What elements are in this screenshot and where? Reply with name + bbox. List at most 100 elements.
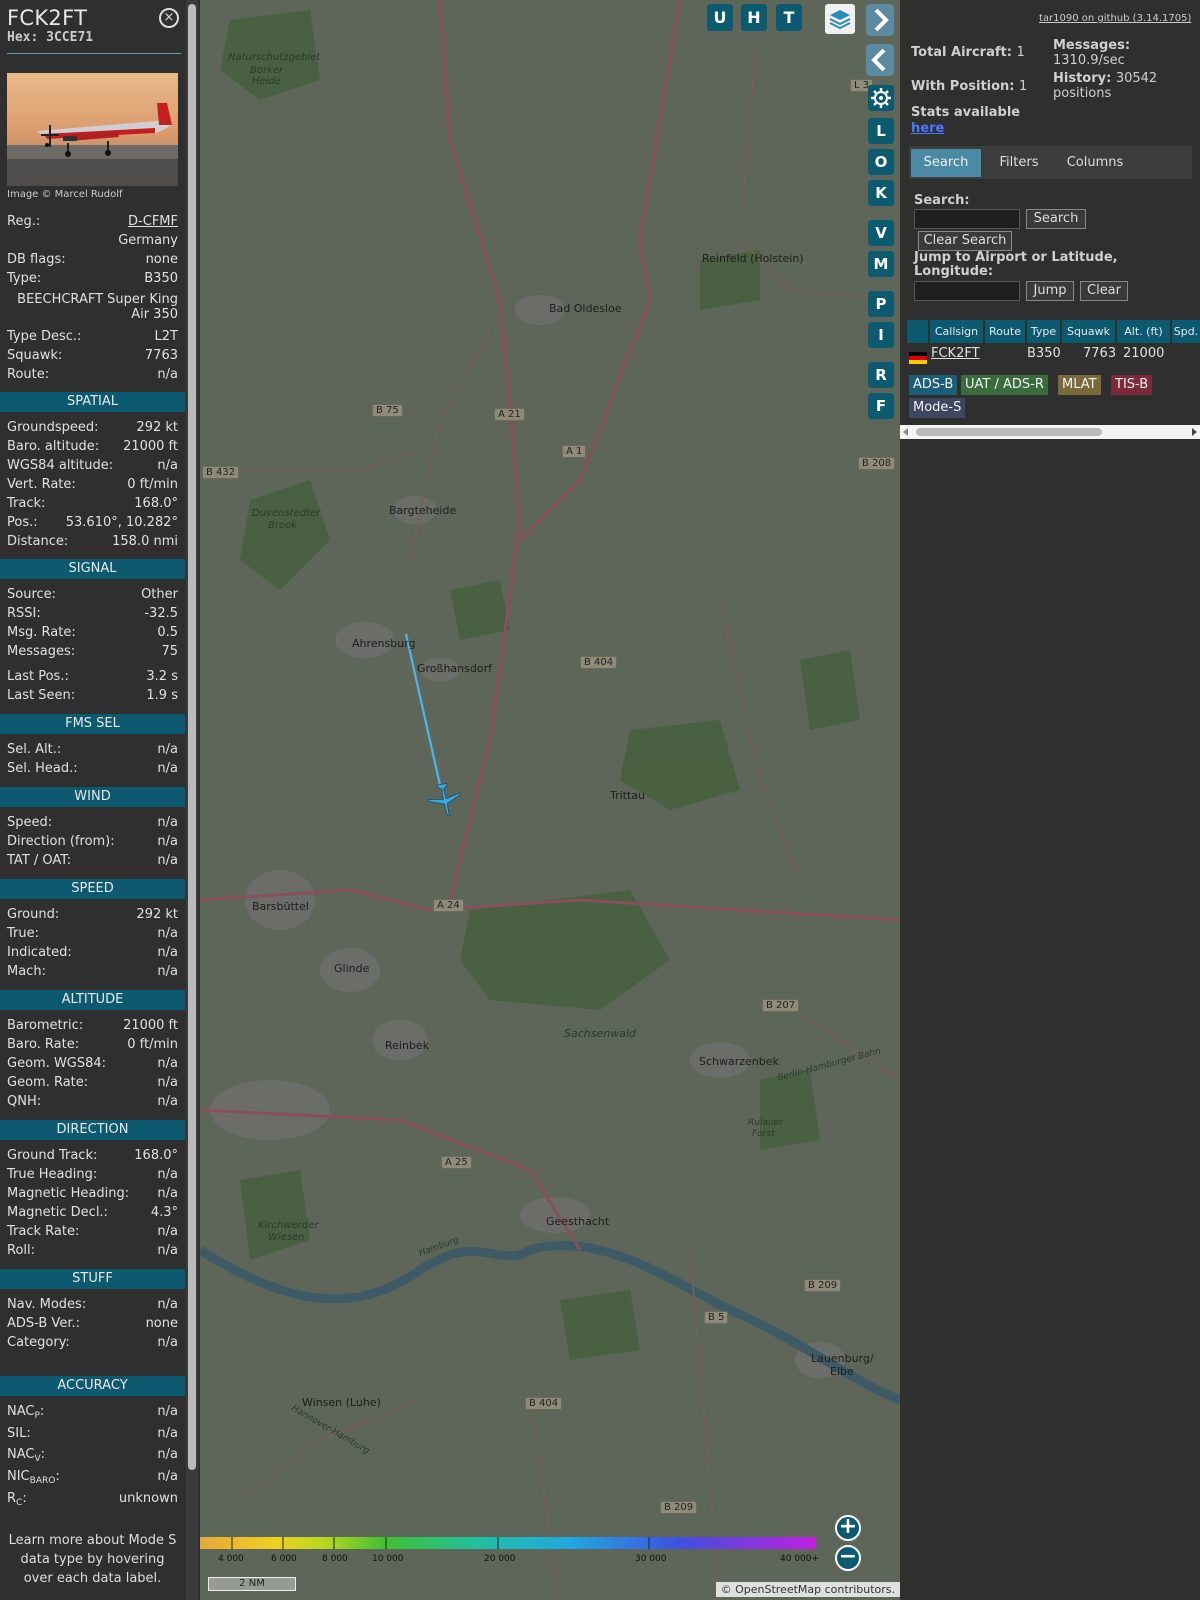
- altitude-value: 0 ft/min: [127, 1037, 178, 1052]
- type-row: Type: B350: [7, 271, 178, 289]
- signal-label: Messages:: [7, 644, 76, 659]
- info-scrollbar[interactable]: [186, 0, 198, 1600]
- source-chip[interactable]: MLAT: [1058, 375, 1101, 395]
- scale-bar: 2 NM: [208, 1577, 296, 1591]
- toggle-v-button[interactable]: V: [868, 220, 894, 246]
- column-header-callsign[interactable]: Callsign: [930, 320, 983, 343]
- jump-input[interactable]: [914, 281, 1020, 301]
- altitude-legend-label: 30 000: [635, 1554, 667, 1564]
- spatial-label: Pos.:: [7, 515, 38, 530]
- altitude-value: n/a: [157, 1094, 178, 1109]
- scroll-right-icon[interactable]: [1190, 428, 1198, 436]
- spatial-row: Track: 168.0°: [7, 496, 178, 514]
- expand-sidebar-icon[interactable]: [866, 4, 894, 36]
- wind-label: Speed:: [7, 815, 53, 830]
- row-callsign[interactable]: FCK2FT: [931, 345, 980, 363]
- column-header-altitude[interactable]: Alt. (ft): [1117, 320, 1170, 343]
- table-horizontal-scrollbar[interactable]: [900, 425, 1200, 439]
- place-label: Wiesen: [268, 1232, 305, 1243]
- direction-label: Track Rate:: [7, 1224, 80, 1239]
- column-header-speed[interactable]: Spd.: [1172, 320, 1200, 343]
- source-chip[interactable]: UAT / ADS-R: [961, 375, 1048, 395]
- dbflags-label: DB flags:: [7, 252, 66, 267]
- tab-search[interactable]: Search: [911, 149, 981, 177]
- altitude-value: 21000 ft: [123, 1018, 178, 1033]
- column-header-flag[interactable]: [907, 320, 928, 343]
- direction-label: Magnetic Decl.:: [7, 1205, 108, 1220]
- info-scrollbar-thumb[interactable]: [188, 4, 196, 1470]
- toggle-u-button[interactable]: U: [707, 4, 733, 31]
- reg-link[interactable]: D-CFMF: [128, 214, 178, 229]
- spatial-value: 53.610°, 10.282°: [65, 515, 178, 530]
- search-input[interactable]: [914, 209, 1020, 229]
- column-header-type[interactable]: Type: [1027, 320, 1060, 343]
- close-icon[interactable]: ×: [159, 8, 179, 28]
- route-value: n/a: [157, 367, 178, 382]
- map-attribution[interactable]: © OpenStreetMap contributors.: [715, 1582, 900, 1597]
- place-label: Großhansdorf: [417, 662, 492, 675]
- section-stuff: STUFF: [0, 1269, 185, 1289]
- layers-icon[interactable]: [825, 4, 855, 34]
- column-header-route[interactable]: Route: [985, 320, 1025, 343]
- stats-link[interactable]: here: [911, 121, 944, 136]
- toggle-p-button[interactable]: P: [868, 291, 894, 317]
- speed-value: n/a: [157, 945, 178, 960]
- gear-icon[interactable]: [868, 85, 894, 111]
- road-shield: B 75: [372, 404, 403, 417]
- toggle-m-button[interactable]: M: [868, 251, 894, 277]
- toggle-l-button[interactable]: L: [868, 118, 894, 144]
- speed-label: True:: [7, 926, 39, 941]
- map-view[interactable]: Naturschutzgebiet Borker Heide Reinfeld …: [200, 0, 900, 1600]
- tab-filters[interactable]: Filters: [987, 149, 1051, 177]
- column-header-squawk[interactable]: Squawk: [1062, 320, 1115, 343]
- dbflags-value: none: [145, 252, 178, 267]
- aircraft-marker-icon[interactable]: [425, 782, 465, 818]
- place-label: Rulauer: [748, 1118, 783, 1128]
- toggle-i-button[interactable]: I: [868, 322, 894, 348]
- toggle-f-button[interactable]: F: [868, 393, 894, 419]
- spatial-label: Track:: [7, 496, 46, 511]
- signal-label: Source:: [7, 587, 57, 602]
- section-accuracy: ACCURACY: [0, 1376, 185, 1396]
- zoom-out-button[interactable]: −: [835, 1545, 861, 1571]
- toggle-t-button[interactable]: T: [776, 4, 802, 31]
- jump-button[interactable]: Jump: [1026, 281, 1074, 301]
- place-label: Brook: [268, 520, 297, 531]
- horizontal-scrollbar-thumb[interactable]: [916, 428, 1102, 436]
- speed-row: Ground: 292 kt: [7, 907, 178, 925]
- messages-stat: Messages: 1310.9/sec: [1053, 38, 1131, 68]
- type-full-line-2: Air 350: [131, 307, 178, 322]
- place-label: Winsen (Luhe): [302, 1396, 381, 1409]
- signal-row: Messages: 75: [7, 644, 178, 662]
- speed-value: 292 kt: [136, 907, 178, 922]
- dbflags-row: DB flags: none: [7, 252, 178, 270]
- search-button[interactable]: Search: [1026, 209, 1086, 229]
- squawk-label: Squawk:: [7, 348, 63, 363]
- clear-search-button[interactable]: Clear Search: [918, 231, 1012, 251]
- clear-button[interactable]: Clear: [1080, 281, 1128, 301]
- source-chip[interactable]: ADS-B: [909, 375, 958, 395]
- altitude-label: Geom. WGS84:: [7, 1056, 107, 1071]
- photo-credit: Image © Marcel Rudolf: [7, 189, 123, 200]
- github-link[interactable]: tar1090 on github (3.14.1705): [1039, 13, 1191, 24]
- toggle-k-button[interactable]: K: [868, 180, 894, 206]
- typedesc-row: Type Desc.: L2T: [7, 329, 178, 347]
- source-chip[interactable]: TIS-B: [1111, 375, 1153, 395]
- zoom-in-button[interactable]: +: [835, 1515, 861, 1541]
- direction-row: True Heading: n/a: [7, 1167, 178, 1185]
- collapse-sidebar-icon[interactable]: [866, 44, 894, 76]
- toggle-h-button[interactable]: H: [741, 4, 767, 31]
- place-label: Heide: [252, 76, 281, 87]
- type-label: Type:: [7, 271, 42, 286]
- spatial-row: Groundspeed: 292 kt: [7, 420, 178, 438]
- road-shield: A 21: [494, 408, 525, 421]
- aircraft-photo[interactable]: [7, 73, 178, 186]
- spatial-value: 168.0°: [134, 496, 178, 511]
- wind-row: TAT / OAT: n/a: [7, 853, 178, 871]
- altitude-color-legend: [200, 1537, 816, 1549]
- scroll-left-icon[interactable]: [902, 428, 910, 436]
- source-chip[interactable]: Mode-S: [909, 398, 966, 418]
- tab-columns[interactable]: Columns: [1057, 149, 1133, 177]
- toggle-r-button[interactable]: R: [868, 362, 894, 388]
- toggle-o-button[interactable]: O: [868, 149, 894, 175]
